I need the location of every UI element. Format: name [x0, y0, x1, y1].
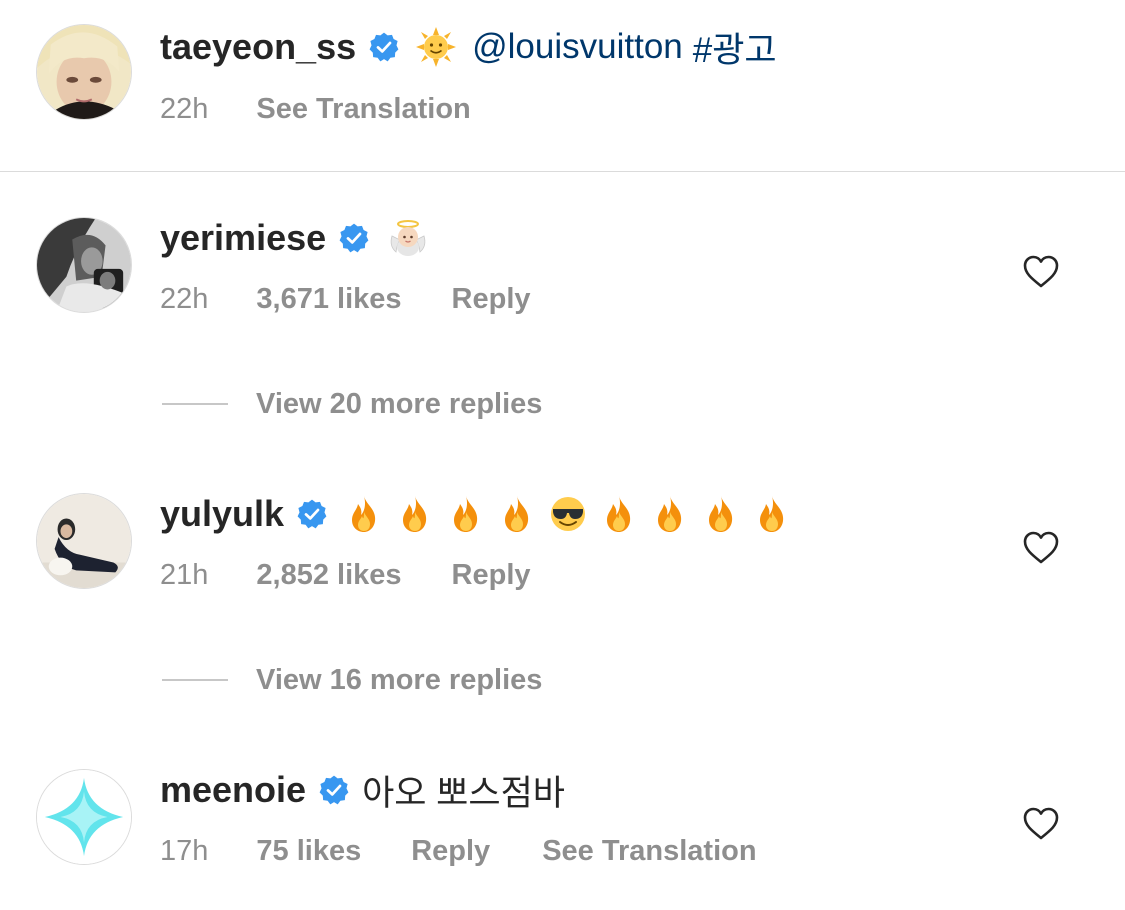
- fire-icon: [497, 494, 537, 534]
- fire-icon: [752, 494, 792, 534]
- like-heart-icon[interactable]: [1021, 528, 1061, 568]
- comment-text: 아오 뽀스점바: [362, 773, 565, 813]
- avatar-image: [37, 770, 131, 864]
- caption-line: taeyeon_ss @louisvuitton #광고: [160, 24, 777, 70]
- avatar-yerimiese[interactable]: [36, 217, 132, 313]
- likes-count[interactable]: 2,852 likes: [256, 559, 401, 592]
- caption-divider: [0, 171, 1125, 172]
- reply-button[interactable]: Reply: [452, 283, 531, 316]
- fire-icon: [395, 494, 435, 534]
- avatar-image: [37, 218, 131, 312]
- baby-angel-icon: [388, 218, 428, 258]
- verified-badge-icon: [368, 31, 400, 63]
- view-replies-button[interactable]: View 16 more replies: [162, 662, 542, 698]
- comment-time: 21h: [160, 558, 209, 591]
- caption-username[interactable]: taeyeon_ss: [160, 26, 356, 68]
- avatar-image: [37, 494, 131, 588]
- sun-with-face-icon: [416, 27, 457, 67]
- verified-badge-icon: [338, 222, 370, 254]
- like-heart-icon[interactable]: [1021, 804, 1061, 844]
- comments-page: taeyeon_ss @louisvuitton #광고 22h See Tra…: [0, 0, 1125, 910]
- caption-mention[interactable]: @louisvuitton: [472, 27, 683, 67]
- avatar-meenoie[interactable]: [36, 769, 132, 865]
- view-replies-label[interactable]: View 16 more replies: [256, 664, 542, 697]
- comment-time: 22h: [160, 282, 209, 315]
- avatar-yulyulk[interactable]: [36, 493, 132, 589]
- caption-time: 22h: [160, 92, 209, 125]
- see-translation-button[interactable]: See Translation: [256, 93, 470, 126]
- comment-meta: 17h 75 likes Reply See Translation: [160, 833, 757, 869]
- caption-hashtag[interactable]: #광고: [693, 22, 777, 73]
- fire-icon: [344, 494, 384, 534]
- reply-button[interactable]: Reply: [452, 559, 531, 592]
- fire-icon: [446, 494, 486, 534]
- fire-icon: [599, 494, 639, 534]
- caption-meta: 22h See Translation: [160, 91, 471, 127]
- fire-icon: [650, 494, 690, 534]
- verified-badge-icon: [296, 498, 328, 530]
- smiling-face-with-sunglasses-icon: [548, 494, 588, 534]
- like-heart-icon[interactable]: [1021, 252, 1061, 292]
- comment-meta: 22h 3,671 likes Reply: [160, 281, 531, 317]
- comment-username[interactable]: yerimiese: [160, 217, 326, 259]
- replies-dash: [162, 403, 228, 405]
- comment-username[interactable]: meenoie: [160, 769, 306, 811]
- likes-count[interactable]: 75 likes: [256, 835, 361, 868]
- view-replies-button[interactable]: View 20 more replies: [162, 386, 542, 422]
- comment-time: 17h: [160, 834, 209, 867]
- likes-count[interactable]: 3,671 likes: [256, 283, 401, 316]
- see-translation-button[interactable]: See Translation: [542, 835, 756, 868]
- avatar-image: [37, 25, 131, 119]
- comment-line: meenoie 아오 뽀스점바: [160, 767, 565, 813]
- view-replies-label[interactable]: View 20 more replies: [256, 388, 542, 421]
- verified-badge-icon: [318, 774, 350, 806]
- comment-meta: 21h 2,852 likes Reply: [160, 557, 531, 593]
- reply-button[interactable]: Reply: [411, 835, 490, 868]
- fire-icon: [701, 494, 741, 534]
- comment-line: yerimiese: [160, 215, 428, 261]
- emoji-row: [344, 494, 792, 534]
- replies-dash: [162, 679, 228, 681]
- avatar-taeyeon[interactable]: [36, 24, 132, 120]
- comment-username[interactable]: yulyulk: [160, 493, 284, 535]
- comment-line: yulyulk: [160, 491, 792, 537]
